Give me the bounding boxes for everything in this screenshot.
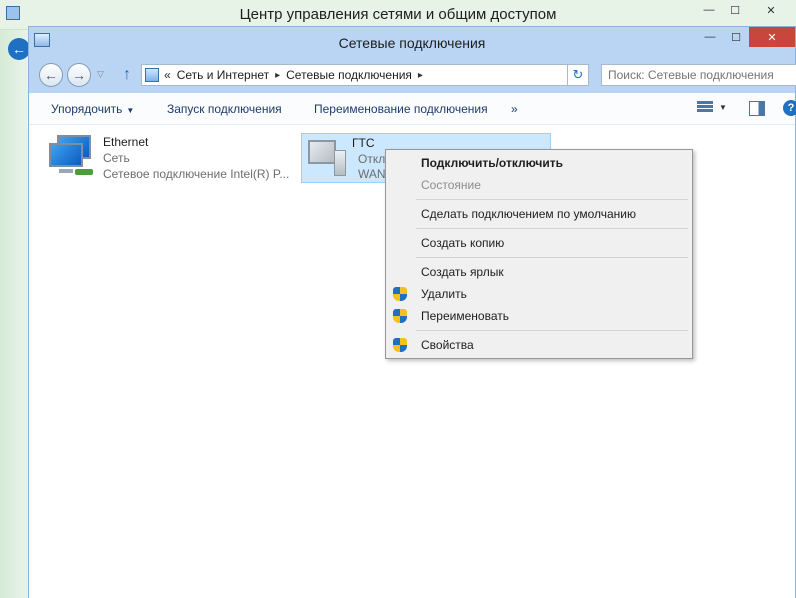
up-arrow-button[interactable]: ↑ xyxy=(117,65,137,85)
dropdown-arrow-icon: ▼ xyxy=(126,106,135,115)
menu-separator xyxy=(416,257,688,258)
recent-locations-dropdown-icon[interactable]: ▽ xyxy=(97,69,104,80)
view-dropdown-icon[interactable]: ▼ xyxy=(719,103,727,112)
breadcrumb-item-network-internet[interactable]: Сеть и Интернет xyxy=(177,68,269,82)
connection-name: ГТС xyxy=(352,136,375,150)
rename-connection-button[interactable]: Переименование подключения xyxy=(314,102,488,116)
command-bar: Упорядочить ▼ Запуск подключения Переимен… xyxy=(29,93,796,125)
breadcrumb: « Сеть и Интернет ▸ Сетевые подключения … xyxy=(164,68,423,82)
navigation-bar: ← → ▽ ↑ « Сеть и Интернет ▸ Сетевые подк… xyxy=(29,57,796,93)
menu-separator xyxy=(416,199,688,200)
minimize-button[interactable]: — xyxy=(696,0,722,20)
menu-item-label: Переименовать xyxy=(421,309,509,323)
preview-pane-icon[interactable] xyxy=(749,101,765,116)
back-window-title: Центр управления сетями и общим доступом xyxy=(239,6,557,23)
menu-item-rename[interactable]: Переименовать xyxy=(386,305,692,327)
menu-item-create-copy[interactable]: Создать копию xyxy=(386,232,692,254)
connection-name: Ethernet xyxy=(103,135,149,149)
forward-button[interactable]: → xyxy=(67,63,91,87)
window-titlebar[interactable]: Сетевые подключения — ☐ ✕ xyxy=(29,27,795,57)
connection-status: Откл xyxy=(358,152,386,166)
connection-device: WAN xyxy=(358,167,386,181)
menu-separator xyxy=(416,330,688,331)
menu-item-label: Удалить xyxy=(421,287,467,301)
control-panel-icon xyxy=(145,68,159,82)
address-bar[interactable]: « Сеть и Интернет ▸ Сетевые подключения … xyxy=(141,64,589,86)
back-button[interactable]: ← xyxy=(39,63,63,87)
menu-item-label: Состояние xyxy=(421,178,481,192)
start-connection-button[interactable]: Запуск подключения xyxy=(167,102,282,116)
breadcrumb-overflow-chevron[interactable]: « xyxy=(164,68,171,82)
menu-item-label: Создать ярлык xyxy=(421,265,504,279)
connection-item-ethernet[interactable]: Ethernet Сеть Сетевое подключение Intel(… xyxy=(45,131,305,187)
back-window-controls: — ☐ ✕ xyxy=(696,0,794,20)
uac-shield-icon xyxy=(393,287,407,301)
menu-item-set-default[interactable]: Сделать подключением по умолчанию xyxy=(386,203,692,225)
back-arrow-icon[interactable]: ← xyxy=(8,38,30,60)
maximize-button[interactable]: ☐ xyxy=(723,27,749,47)
menu-item-label: Создать копию xyxy=(421,236,505,250)
menu-item-label: Свойства xyxy=(421,338,474,352)
window-controls: — ☐ ✕ xyxy=(697,27,795,47)
window-title: Сетевые подключения xyxy=(338,35,486,51)
dialup-connection-icon xyxy=(302,134,350,178)
menu-item-label: Подключить/отключить xyxy=(421,156,563,170)
organize-button[interactable]: Упорядочить ▼ xyxy=(51,102,134,116)
close-button[interactable]: ✕ xyxy=(749,27,795,47)
search-input[interactable] xyxy=(608,68,788,82)
organize-label: Упорядочить xyxy=(51,102,123,116)
context-menu: Подключить/отключить Состояние Сделать п… xyxy=(385,149,693,359)
menu-item-connect-disconnect[interactable]: Подключить/отключить xyxy=(386,152,692,174)
breadcrumb-separator-icon[interactable]: ▸ xyxy=(418,70,423,81)
search-box[interactable] xyxy=(601,64,796,86)
uac-shield-icon xyxy=(393,309,407,323)
refresh-button[interactable]: ↻ xyxy=(567,64,589,86)
help-icon[interactable]: ? xyxy=(783,100,796,116)
menu-item-status: Состояние xyxy=(386,174,692,196)
breadcrumb-separator-icon[interactable]: ▸ xyxy=(275,70,280,81)
menu-item-label: Сделать подключением по умолчанию xyxy=(421,207,637,221)
close-button[interactable]: ✕ xyxy=(748,0,794,20)
menu-item-delete[interactable]: Удалить xyxy=(386,283,692,305)
menu-separator xyxy=(416,228,688,229)
menu-item-properties[interactable]: Свойства xyxy=(386,334,692,356)
breadcrumb-item-network-connections[interactable]: Сетевые подключения xyxy=(286,68,412,82)
connection-status: Сеть xyxy=(103,151,130,165)
more-commands-button[interactable]: » xyxy=(511,102,518,116)
back-window-body xyxy=(0,30,30,598)
menu-item-create-shortcut[interactable]: Создать ярлык xyxy=(386,261,692,283)
change-view-icon[interactable] xyxy=(697,101,713,116)
maximize-button[interactable]: ☐ xyxy=(722,0,748,20)
network-adapter-icon xyxy=(49,135,97,179)
minimize-button[interactable]: — xyxy=(697,27,723,47)
connection-device: Сетевое подключение Intel(R) P... xyxy=(103,167,290,181)
uac-shield-icon xyxy=(393,338,407,352)
